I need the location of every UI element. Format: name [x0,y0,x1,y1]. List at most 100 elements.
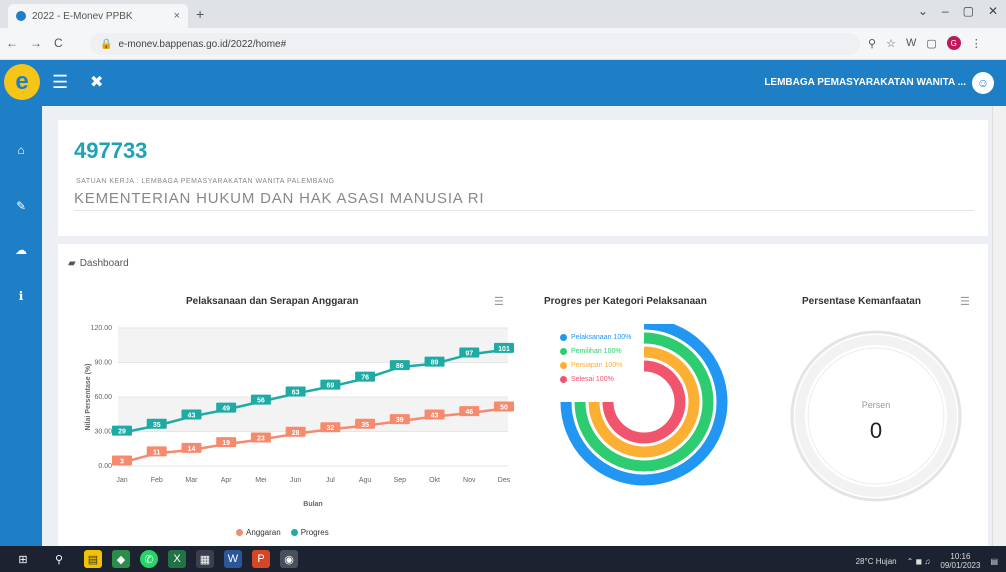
key-icon[interactable]: ⚲ [868,37,876,50]
forward-icon[interactable]: → [30,36,42,50]
line-chart-legend: Anggaran Progres [236,528,329,537]
data-label: 23 [257,436,265,443]
data-label: 76 [361,375,369,382]
legend-dot [560,362,567,369]
data-label: 89 [431,360,439,367]
weather-text[interactable]: 28°C Hujan [856,557,897,566]
legend-dot [290,529,298,536]
x-tick-label: Jul [326,477,335,484]
dashboard-title: Dashboard [79,258,129,269]
sidebar-item-info[interactable]: ℹ [0,276,42,316]
divider [74,210,974,211]
app-icon[interactable]: ◆ [112,550,130,568]
fullscreen-icon[interactable]: ✖ [90,72,103,92]
lock-icon: 🔒 [100,38,113,50]
info-icon: ℹ [18,289,24,303]
url-input[interactable]: 🔒 e-monev.bappenas.go.id/2022/home# [90,33,860,55]
extension-w-icon[interactable]: W [906,37,916,49]
menu-toggle-icon[interactable]: ☰ [52,72,68,93]
radial-legend-item[interactable]: Persiapan 100% [560,362,631,369]
legend-item-progres[interactable]: Progres [290,528,329,537]
close-window-icon[interactable]: ✕ [988,4,998,18]
minimize-icon[interactable]: – [942,4,949,18]
x-tick-label: Feb [151,477,163,484]
home-icon: ⌂ [17,143,25,157]
y-tick-label: 90.00 [94,360,112,367]
radial-legend-item[interactable]: Selesai 100% [560,376,631,383]
reload-icon[interactable]: C [54,36,63,50]
sidebar-item-cloud[interactable]: ☁ [0,230,42,270]
powerpoint-icon[interactable]: P [252,550,270,568]
browser-menu-icon[interactable]: ⋮ [971,37,982,50]
ministry-name: KEMENTERIAN HUKUM DAN HAK ASASI MANUSIA … [74,190,485,207]
new-tab-button[interactable]: + [196,6,204,22]
user-avatar-icon[interactable]: ☺ [972,72,994,94]
y-axis-label: Nilai Persentase (%) [85,364,92,431]
clock[interactable]: 10:16 09/01/2023 [940,552,980,570]
x-tick-label: Apr [221,477,233,484]
radial-legend-item[interactable]: Pelaksanaan 100% [560,334,631,341]
data-label: 35 [153,422,161,429]
notification-icon[interactable]: ▤ [990,557,998,566]
data-label: 14 [188,446,196,453]
legend-item-anggaran[interactable]: Anggaran [236,528,281,537]
x-tick-label: Jun [290,477,301,484]
y-tick-label: 30.00 [94,429,112,436]
maximize-icon[interactable]: ▢ [963,4,974,18]
x-tick-label: Agu [359,477,372,484]
line-chart: 0.00 30.00 60.00 90.00 120.00 Jan Feb Mar Apr Mei… [85,325,514,508]
tray-icons[interactable]: ⌃ ◼ ♫ [907,557,931,566]
radial-chart-title: Progres per Kategori Pelaksanaan [544,296,707,307]
data-label: 101 [498,346,510,353]
x-tick-label: Jan [116,477,127,484]
legend-label: Selesai 100% [571,376,614,383]
legend-dot [560,376,567,383]
favicon-icon [16,11,26,21]
x-tick-label: Mei [255,477,267,484]
data-label: 28 [292,430,300,437]
sidepanel-icon[interactable]: ▢ [926,37,936,50]
search-icon[interactable]: ⚲ [50,550,68,568]
tab-close-icon[interactable]: × [174,10,180,22]
calculator-icon[interactable]: ▦ [196,550,214,568]
page-scrollbar[interactable] [992,106,1006,546]
y-tick-label: 60.00 [94,394,112,401]
url-text: e-monev.bappenas.go.id/2022/home# [118,38,287,50]
grid-band [118,328,508,363]
user-name[interactable]: LEMBAGA PEMASYARAKATAN WANITA ... [764,77,966,88]
windows-start-icon[interactable]: ⊞ [14,550,32,568]
app-logo[interactable]: e [4,64,40,100]
radial-legend-item[interactable]: Pemilihan 100% [560,348,631,355]
tab-search-icon[interactable]: ⌄ [918,4,928,18]
word-icon[interactable]: W [224,550,242,568]
data-label: 19 [222,440,230,447]
chart-menu-icon[interactable]: ☰ [960,295,970,308]
extension-icons: ⚲ ☆ W ▢ G ⋮ [868,36,982,50]
legend-label: Pemilihan 100% [571,348,622,355]
browser-tab[interactable]: 2022 - E-Monev PPBK × [8,4,188,28]
excel-icon[interactable]: X [168,550,186,568]
data-label: 49 [222,406,230,413]
data-label: 46 [465,409,473,416]
radial-legend: Pelaksanaan 100% Pemilihan 100% Persiapa… [560,334,631,390]
bookmark-star-icon[interactable]: ☆ [886,37,896,50]
legend-dot [560,348,567,355]
file-explorer-icon[interactable]: ▤ [84,550,102,568]
legend-label: Pelaksanaan 100% [571,334,632,341]
chart-menu-icon[interactable]: ☰ [494,295,504,308]
sidebar-item-edit[interactable]: ✎ [0,186,42,226]
data-label: 3 [120,459,124,466]
sidebar-item-home[interactable]: ⌂ [0,130,42,170]
profile-avatar[interactable]: G [946,36,961,50]
folder-icon: ▰ [68,258,76,269]
data-label: 39 [396,417,404,424]
back-icon[interactable]: ← [6,36,18,50]
whatsapp-icon[interactable]: ✆ [140,550,158,568]
dashboard-heading: ▰ Dashboard [68,258,129,269]
chrome-icon[interactable]: ◉ [280,550,298,568]
tab-title: 2022 - E-Monev PPBK [32,10,133,22]
gauge-chart-title: Persentase Kemanfaatan [802,296,921,307]
cloud-icon: ☁ [15,243,27,257]
data-label: 86 [396,363,404,370]
legend-dot [236,529,243,536]
